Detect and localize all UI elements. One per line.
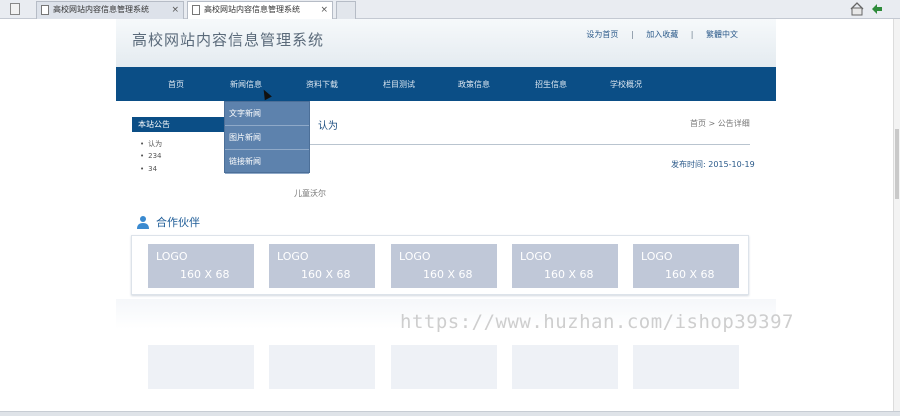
separator: | [690,30,694,39]
partner-logo[interactable]: LOGO 160 X 68 [269,244,375,288]
traditional-chinese-link[interactable]: 繁體中文 [706,30,738,39]
main-nav: 首页 新闻信息 资料下载 栏目测试 政策信息 招生信息 学校概况 [116,67,776,101]
partner-logo[interactable]: LOGO 160 X 68 [391,244,497,288]
divider [310,144,750,145]
nav-item-school-overview[interactable]: 学校概况 [610,79,642,90]
partner-logo[interactable]: LOGO 160 X 68 [633,244,739,288]
partner-logo[interactable]: LOGO 160 X 68 [512,244,618,288]
home-icon[interactable] [850,2,864,16]
browser-tab-2[interactable]: 高校网站内容信息管理系统 × [187,1,333,19]
logo-size-text: 160 X 68 [301,268,351,281]
notice-item[interactable]: 234 [140,152,161,160]
news-dropdown-menu: 文字新闻 图片新闻 链接新闻 [224,101,310,174]
logo-size-text: 160 X 68 [180,268,230,281]
announcements-heading: 本站公告 [132,117,224,132]
new-tab-button[interactable] [336,1,356,19]
page-icon[interactable] [10,3,20,15]
dropdown-item-link-news[interactable]: 链接新闻 [225,150,309,174]
nav-item-home[interactable]: 首页 [168,79,184,90]
notice-item[interactable]: 认为 [140,139,162,149]
close-icon[interactable]: × [320,2,328,18]
nav-item-column-test[interactable]: 栏目测试 [383,79,415,90]
set-homepage-link[interactable]: 设为首页 [586,30,618,39]
breadcrumb[interactable]: 首页 > 公告详细 [690,118,750,129]
site-title: 高校网站内容信息管理系统 [132,31,325,49]
close-icon[interactable]: × [171,2,179,18]
ghost-block [512,345,618,389]
logo-size-text: 160 X 68 [544,268,594,281]
document-icon [41,5,49,15]
tab-label: 高校网站内容信息管理系统 [53,5,149,14]
logo-size-text: 160 X 68 [665,268,715,281]
back-arrow-icon[interactable] [870,2,884,16]
scrollbar-thumb[interactable] [895,129,899,199]
logo-text: LOGO [399,250,431,263]
status-bar [0,411,900,416]
watermark-text: https://www.huzhan.com/ishop39397 [400,311,794,333]
browser-tab-strip: 高校网站内容信息管理系统 × 高校网站内容信息管理系统 × [0,0,900,19]
logo-size-text: 160 X 68 [423,268,473,281]
browser-tab-1[interactable]: 高校网站内容信息管理系统 × [36,1,184,19]
dropdown-item-image-news[interactable]: 图片新闻 [225,126,309,150]
partner-logo[interactable]: LOGO 160 X 68 [148,244,254,288]
partners-panel: LOGO 160 X 68 LOGO 160 X 68 LOGO 160 X 6… [131,235,749,295]
nav-item-news[interactable]: 新闻信息 [230,79,262,90]
ghost-block [148,345,254,389]
logo-text: LOGO [641,250,673,263]
logo-text: LOGO [277,250,309,263]
logo-text: LOGO [520,250,552,263]
web-page: 高校网站内容信息管理系统 设为首页 | 加入收藏 | 繁體中文 首页 新闻信息 … [0,19,893,411]
nav-item-policy[interactable]: 政策信息 [458,79,490,90]
vertical-scrollbar[interactable] [893,19,900,411]
nav-item-downloads[interactable]: 资料下载 [306,79,338,90]
nav-item-admission[interactable]: 招生信息 [535,79,567,90]
separator: | [630,30,634,39]
dropdown-item-text-news[interactable]: 文字新闻 [225,102,309,126]
ghost-block [269,345,375,389]
top-links: 设为首页 | 加入收藏 | 繁體中文 [576,29,738,40]
notice-item[interactable]: 34 [140,165,157,173]
logo-text: LOGO [156,250,188,263]
ghost-block [391,345,497,389]
partners-heading: 合作伙伴 [156,216,200,229]
site-header: 高校网站内容信息管理系统 设为首页 | 加入收藏 | 繁體中文 [116,19,776,67]
article-title: 认为 [318,121,338,132]
publish-date: 发布时间: 2015-10-19 [671,160,755,169]
document-icon [192,5,200,15]
person-icon [137,216,149,229]
tab-label: 高校网站内容信息管理系统 [204,5,300,14]
ghost-block [633,345,739,389]
add-favorite-link[interactable]: 加入收藏 [646,30,678,39]
article-author: 儿童沃尔 [294,189,326,198]
